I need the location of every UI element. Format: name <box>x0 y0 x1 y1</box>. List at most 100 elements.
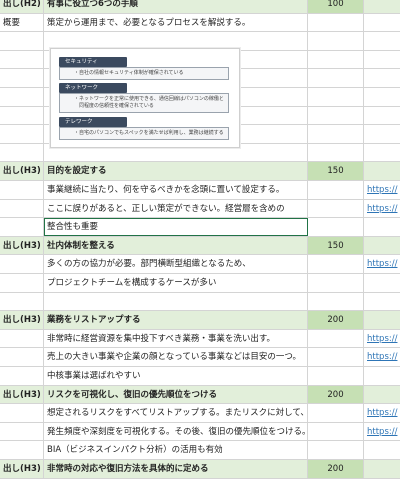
cell-c3[interactable] <box>364 144 400 162</box>
cell-c0[interactable] <box>0 367 44 385</box>
cell-c3[interactable] <box>364 274 400 292</box>
cell-c3[interactable]: https:// <box>364 348 400 366</box>
cell-c3[interactable] <box>364 311 400 329</box>
cell-c2[interactable]: 150 <box>308 236 364 255</box>
cell-c1[interactable]: 想定されるリスクをすべてリストアップする。またリスクに対して、 <box>44 404 308 422</box>
cell-c3[interactable] <box>364 51 400 69</box>
cell-c2[interactable] <box>308 50 364 69</box>
cell-c3[interactable] <box>364 14 400 32</box>
cell-c1[interactable]: 整合性も重要 <box>44 218 308 236</box>
cell-c2[interactable] <box>308 329 364 348</box>
cell-c0[interactable] <box>0 255 44 273</box>
cell-c3[interactable] <box>364 441 400 459</box>
cell-c2[interactable] <box>308 404 364 422</box>
cell-c3[interactable] <box>364 107 400 125</box>
cell-c0[interactable] <box>0 274 44 292</box>
cell-c3[interactable] <box>364 69 400 87</box>
cell-c1[interactable]: リスクを可視化し、復旧の優先順位をつける <box>44 385 308 404</box>
cell-c0[interactable] <box>0 441 44 459</box>
cell-c1[interactable]: 非常時に経営資源を集中投下すべき業務・事業を洗い出す。 <box>44 329 308 348</box>
cell-c2[interactable] <box>308 69 364 87</box>
cell-c2[interactable] <box>308 274 364 292</box>
cell-c3[interactable] <box>364 162 400 180</box>
cell-c3[interactable] <box>364 88 400 106</box>
cell-c2[interactable] <box>308 125 364 143</box>
cell-c0[interactable]: 出し(H3) <box>0 460 44 478</box>
cell-c2[interactable] <box>308 181 364 199</box>
cell-c0[interactable] <box>0 404 44 422</box>
cell-c0[interactable] <box>0 88 44 106</box>
cell-c0[interactable]: 出し(H3) <box>0 385 44 404</box>
cell-c0[interactable] <box>0 125 44 143</box>
cell-c3[interactable] <box>364 386 400 404</box>
cell-c0[interactable] <box>0 106 44 125</box>
cell-c3[interactable] <box>364 218 400 236</box>
cell-c1[interactable]: 目的を設定する <box>44 162 308 180</box>
cell-c2[interactable]: 200 <box>308 385 364 404</box>
cell-c3[interactable] <box>364 460 400 478</box>
cell-c2[interactable] <box>308 255 364 273</box>
cell-c3[interactable]: https:// <box>364 181 400 199</box>
cell-c2[interactable]: 200 <box>308 460 364 478</box>
cell-c2[interactable] <box>308 88 364 106</box>
cell-c2[interactable] <box>308 367 364 385</box>
cell-c0[interactable] <box>0 348 44 366</box>
cell-c0[interactable] <box>0 422 44 441</box>
cell-c2[interactable] <box>308 218 364 236</box>
cell-c1[interactable]: 発生頻度や深刻度を可視化する。その後、復旧の優先順位をつける。 <box>44 422 308 441</box>
cell-c1[interactable]: 策定から運用まで、必要となるプロセスを解説する。 <box>44 13 308 32</box>
embedded-diagram[interactable]: セキュリティ ・自社の情報セキュリティ体制が確保されている ネットワーク ・ネッ… <box>50 48 240 148</box>
cell-c0[interactable]: 出し(H3) <box>0 311 44 329</box>
cell-c3[interactable]: https:// <box>364 423 400 441</box>
cell-c2[interactable] <box>308 348 364 366</box>
cell-c3[interactable] <box>364 237 400 255</box>
cell-c0[interactable] <box>0 218 44 236</box>
cell-c1[interactable]: 売上の大きい事業や企業の顔となっている事業などは目安の一つ。 <box>44 348 308 366</box>
cell-c0[interactable]: 出し(H3) <box>0 162 44 180</box>
cell-c1[interactable]: BIA（ビジネスインパクト分析）の活用も有効 <box>44 441 308 459</box>
cell-c0[interactable] <box>0 50 44 69</box>
cell-c0[interactable] <box>0 143 44 162</box>
cell-c1[interactable]: ここに誤りがあると、正しい策定ができない。経営層を含めの <box>44 199 308 218</box>
cell-c3[interactable] <box>364 0 400 13</box>
cell-c2[interactable] <box>308 32 364 50</box>
cell-c3[interactable] <box>364 293 400 311</box>
cell-c2[interactable] <box>308 292 364 311</box>
cell-c2[interactable] <box>308 441 364 459</box>
cell-c3[interactable]: https:// <box>364 255 400 273</box>
cell-c2[interactable]: 100 <box>308 0 364 13</box>
cell-c2[interactable]: 150 <box>308 162 364 180</box>
heading-row: 出し(H2) 有事に役立つ6つの手順 100 <box>0 0 400 14</box>
cell-c0[interactable] <box>0 292 44 311</box>
cell-c0[interactable] <box>0 329 44 348</box>
cell-c1[interactable]: 中核事業は選ばれやすい <box>44 367 308 385</box>
cell-c1[interactable]: プロジェクトチームを構成するケースが多い <box>44 274 308 292</box>
cell-c0[interactable]: 出し(H2) <box>0 0 44 13</box>
cell-c1[interactable]: 事業継続に当たり、何を守るべきかを念頭に置いて設定する。 <box>44 181 308 199</box>
cell-c2[interactable] <box>308 13 364 32</box>
cell-c2[interactable] <box>308 422 364 441</box>
cell-c1[interactable]: 社内体制を整える <box>44 236 308 255</box>
cell-c2[interactable] <box>308 106 364 125</box>
cell-c2[interactable] <box>308 199 364 218</box>
diagram-box-security: セキュリティ ・自社の情報セキュリティ体制が確保されている <box>59 57 229 80</box>
cell-c1[interactable]: 非常時の対応や復旧方法を具体的に定める <box>44 460 308 478</box>
cell-c0[interactable]: 出し(H3) <box>0 236 44 255</box>
cell-c2[interactable] <box>308 143 364 162</box>
cell-c1[interactable]: 多くの方の協力が必要。部門横断型組織となるため、 <box>44 255 308 273</box>
cell-c3[interactable]: https:// <box>364 200 400 218</box>
cell-c0[interactable] <box>0 32 44 50</box>
cell-c3[interactable]: https:// <box>364 404 400 422</box>
cell-c1[interactable]: 業務をリストアップする <box>44 311 308 329</box>
cell-c3[interactable] <box>364 367 400 385</box>
cell-c0[interactable] <box>0 69 44 87</box>
cell-c0[interactable] <box>0 181 44 199</box>
cell-c3[interactable]: https:// <box>364 330 400 348</box>
cell-c3[interactable] <box>364 125 400 143</box>
cell-c0[interactable]: 概要 <box>0 13 44 32</box>
cell-c1[interactable]: 有事に役立つ6つの手順 <box>44 0 308 13</box>
cell-c2[interactable]: 200 <box>308 311 364 329</box>
cell-c1[interactable] <box>44 292 308 311</box>
cell-c3[interactable] <box>364 32 400 50</box>
cell-c0[interactable] <box>0 199 44 218</box>
